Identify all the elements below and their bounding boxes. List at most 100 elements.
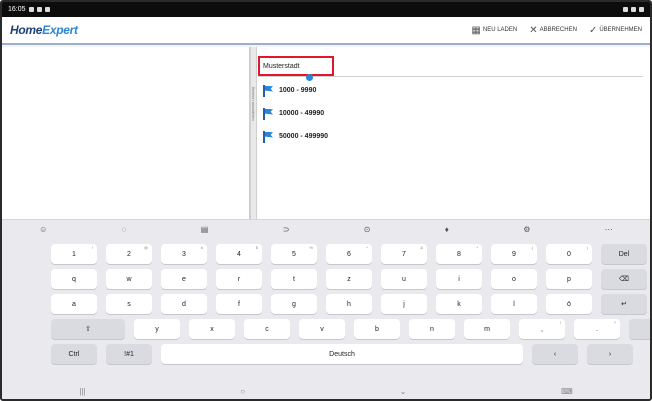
- signal-icon: [631, 7, 636, 12]
- flag-icon: [262, 107, 274, 120]
- settings-icon[interactable]: ⚙: [523, 225, 530, 234]
- key-b[interactable]: b: [354, 319, 400, 339]
- action-label: Neu laden: [482, 27, 518, 33]
- key-5[interactable]: 5%: [271, 244, 317, 264]
- key-6[interactable]: 6 ^: [326, 244, 372, 264]
- key-4[interactable]: 4 $: [216, 244, 262, 264]
- search-input[interactable]: [258, 56, 334, 76]
- key-l[interactable]: l: [491, 294, 537, 314]
- battery-icon: [639, 7, 644, 12]
- key-z[interactable]: z: [326, 269, 372, 289]
- mail-icon: [36, 7, 42, 12]
- keyboard-icon[interactable]: ⌨: [561, 387, 573, 396]
- symbols-key[interactable]: !#1: [106, 344, 152, 364]
- list-item-label: 50000 - 499990: [279, 133, 329, 140]
- key-8[interactable]: 8 *: [436, 244, 482, 264]
- key-d[interactable]: d: [161, 294, 207, 314]
- shift-right-key[interactable]: ⇧: [629, 319, 650, 339]
- key-h[interactable]: h: [326, 294, 372, 314]
- list-item-label: 1000 - 9990: [279, 87, 317, 94]
- key-n[interactable]: n: [409, 319, 455, 339]
- key-s[interactable]: s: [106, 294, 152, 314]
- key-c[interactable]: c: [244, 319, 290, 339]
- wifi-icon: [623, 7, 628, 12]
- home-icon[interactable]: ○: [240, 387, 245, 396]
- ctrl-key[interactable]: Ctrl: [51, 344, 97, 364]
- cursor-right-key[interactable]: ›: [587, 344, 633, 364]
- check-button[interactable]: ✓ Übernehmen: [589, 25, 642, 36]
- key-r[interactable]: r: [216, 269, 262, 289]
- key-v[interactable]: v: [299, 319, 345, 339]
- key-3[interactable]: 3 #: [161, 244, 207, 264]
- enter-key[interactable]: ↵: [601, 294, 647, 314]
- list-item[interactable]: 50000 - 499990: [258, 125, 643, 148]
- delete-key[interactable]: Del: [601, 244, 647, 264]
- key-p[interactable]: p: [546, 269, 592, 289]
- search-row: [258, 55, 643, 81]
- keyboard-row-numbers: 1! 2 @ 3 # 4 $ 5% 6 ^ 7 & 8 * 9( 0) Del: [2, 244, 650, 264]
- key-j[interactable]: j: [381, 294, 427, 314]
- gallery-icon: [28, 7, 34, 12]
- key-q[interactable]: q: [51, 269, 97, 289]
- recents-icon[interactable]: |||: [79, 387, 85, 396]
- flag-icon: [262, 84, 274, 97]
- key-punct-1[interactable]: .?: [574, 319, 620, 339]
- back-icon[interactable]: ⌄: [400, 387, 407, 396]
- keyboard-row-middle: asdfghjklöä↵: [2, 294, 650, 314]
- key-1[interactable]: 1!: [51, 244, 97, 264]
- list-item[interactable]: 1000 - 9990: [258, 79, 643, 102]
- list-item[interactable]: 10000 - 49990: [258, 102, 643, 125]
- key-0[interactable]: 0): [546, 244, 592, 264]
- action-bar: ▦ Neu laden ✕ Abbrechen ✓ Übernehmen: [471, 25, 642, 36]
- key-t[interactable]: t: [271, 269, 317, 289]
- gif-icon[interactable]: ⊃: [283, 225, 290, 234]
- key-a[interactable]: a: [51, 294, 97, 314]
- key-ö[interactable]: ö: [546, 294, 592, 314]
- key-2[interactable]: 2 @: [106, 244, 152, 264]
- right-pane: 1000 - 9990 10000 - 49990 50000 - 499990: [258, 47, 650, 219]
- key-7[interactable]: 7 &: [381, 244, 427, 264]
- navigation-bar: ||| ○ ⌄ ⌨: [2, 383, 650, 399]
- cancel-button[interactable]: ✕ Abbrechen: [529, 25, 577, 36]
- emoji-icon[interactable]: ☺: [39, 225, 47, 234]
- play-icon: [44, 7, 50, 12]
- main-content: Bereich auswählen 1000 - 9990 10000 - 499…: [2, 47, 650, 219]
- backspace-key[interactable]: ⌫: [601, 269, 647, 289]
- check-icon: ✓: [588, 24, 598, 36]
- left-pane: [4, 47, 250, 219]
- key-x[interactable]: x: [189, 319, 235, 339]
- keyboard-row-bottom: ⇧ yxcvbnm,!.? ⇧: [2, 319, 650, 339]
- device-frame: 16:05 HomeExpert ▦ Neu laden ✕ Abbrechen ✓ Üb…: [0, 0, 652, 401]
- status-bar: 16:05: [2, 2, 650, 17]
- mic-icon[interactable]: ♦: [445, 225, 449, 234]
- translate-icon[interactable]: ⊙: [364, 225, 371, 234]
- action-label: Abbrechen: [539, 27, 577, 33]
- key-k[interactable]: k: [436, 294, 482, 314]
- status-time: 16:05: [8, 6, 26, 13]
- key-9[interactable]: 9(: [491, 244, 537, 264]
- app-logo: HomeExpert: [10, 23, 78, 37]
- clipboard-icon[interactable]: ▤: [201, 225, 209, 234]
- flag-icon: [262, 130, 274, 143]
- key-punct-0[interactable]: ,!: [519, 319, 565, 339]
- key-m[interactable]: m: [464, 319, 510, 339]
- key-e[interactable]: e: [161, 269, 207, 289]
- key-u[interactable]: u: [381, 269, 427, 289]
- keyboard-toolbar: ☺ ◌ ▤ ⊃ ⊙ ♦ ⚙ ⋯: [2, 220, 650, 238]
- key-i[interactable]: i: [436, 269, 482, 289]
- cursor-left-key[interactable]: ‹: [532, 344, 578, 364]
- space-key[interactable]: Deutsch: [161, 344, 523, 364]
- key-w[interactable]: w: [106, 269, 152, 289]
- key-y[interactable]: y: [134, 319, 180, 339]
- sticker-icon[interactable]: ◌: [122, 225, 127, 234]
- key-g[interactable]: g: [271, 294, 317, 314]
- more-icon[interactable]: ⋯: [605, 225, 613, 234]
- reload-button[interactable]: ▦ Neu laden: [471, 25, 517, 36]
- action-label: Übernehmen: [599, 27, 642, 33]
- keyboard-row-space: Ctrl !#1 Deutsch ‹ ›: [2, 344, 650, 364]
- list-item-label: 10000 - 49990: [279, 110, 325, 117]
- key-o[interactable]: o: [491, 269, 537, 289]
- app-bar: HomeExpert ▦ Neu laden ✕ Abbrechen ✓ Übernehm…: [2, 17, 650, 45]
- key-f[interactable]: f: [216, 294, 262, 314]
- shift-left-key[interactable]: ⇧: [51, 319, 125, 339]
